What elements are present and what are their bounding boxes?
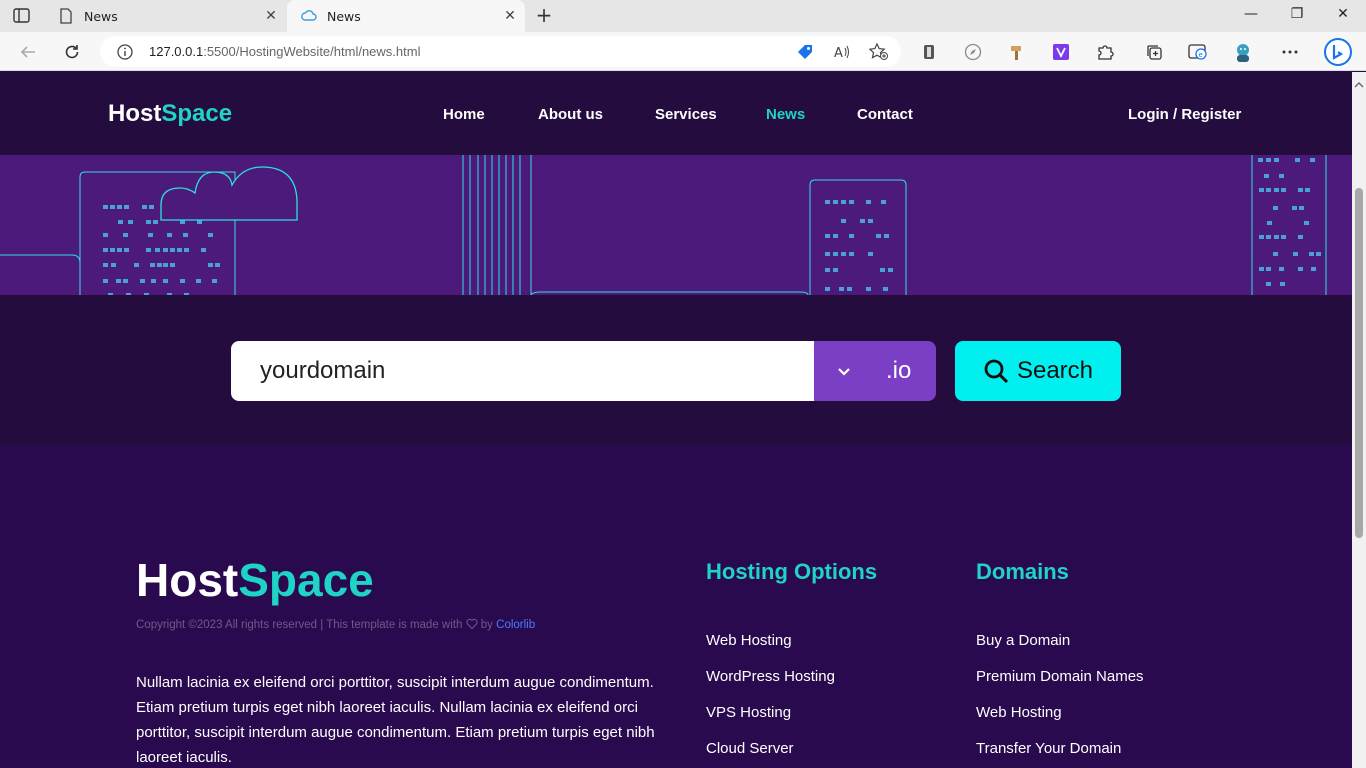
url-text[interactable]: 127.0.0.1:5500/HostingWebsite/html/news.… (149, 44, 420, 59)
footer-link-wordpress-hosting[interactable]: WordPress Hosting (706, 668, 835, 685)
tab-title: News (84, 8, 118, 24)
nav-contact[interactable]: Contact (857, 106, 913, 123)
info-icon[interactable] (116, 43, 134, 61)
minimize-icon[interactable]: — (1236, 6, 1266, 22)
chevron-down-icon (836, 363, 852, 379)
extension-icon[interactable] (918, 41, 940, 63)
domain-search-section: .io Search (0, 295, 1352, 445)
nav-services[interactable]: Services (655, 106, 717, 123)
copyright-text: Copyright ©2023 All rights reserved | Th… (136, 618, 535, 631)
nav-about-us[interactable]: About us (538, 106, 603, 123)
browser-tab-bar: News ✕ News ✕ + — ❐ ✕ (0, 0, 1366, 32)
browser-address-bar: 127.0.0.1:5500/HostingWebsite/html/news.… (0, 32, 1366, 71)
scroll-up-arrow-icon[interactable] (1354, 74, 1364, 88)
footer-link-domain-web-hosting[interactable]: Web Hosting (976, 704, 1062, 721)
footer-link-web-hosting[interactable]: Web Hosting (706, 632, 792, 649)
footer-description: Nullam lacinia ex eleifend orci porttito… (136, 674, 655, 766)
document-icon (58, 8, 74, 24)
cloud-icon (301, 8, 317, 24)
back-icon[interactable] (17, 41, 39, 63)
login-register-link[interactable]: Login / Register (1128, 106, 1241, 123)
search-button-label: Search (1016, 357, 1094, 384)
site-logo[interactable]: HostSpace (108, 100, 232, 128)
footer-logo-text: Host (136, 554, 239, 606)
tld-dropdown[interactable]: .io (814, 341, 936, 401)
restore-icon[interactable]: ❐ (1282, 6, 1312, 22)
collections-icon[interactable] (1143, 41, 1165, 63)
tab-actions-icon[interactable] (12, 7, 32, 25)
tld-selected-value: .io (886, 357, 912, 384)
heart-icon (466, 618, 478, 630)
footer-link-vps-hosting[interactable]: VPS Hosting (706, 704, 791, 721)
browser-tab-news-1[interactable]: News ✕ (44, 0, 286, 32)
url-bar[interactable]: 127.0.0.1:5500/HostingWebsite/html/news.… (100, 36, 901, 67)
hammer-icon[interactable] (1006, 41, 1028, 63)
site-header: HostSpace Home About us Services News Co… (0, 72, 1352, 155)
domain-search-input[interactable] (231, 341, 814, 401)
more-options-icon[interactable] (1279, 41, 1301, 63)
site-footer: HostSpace Copyright ©2023 All rights res… (0, 445, 1352, 768)
url-path: :5500/HostingWebsite/html/news.html (203, 44, 421, 59)
nav-news[interactable]: News (766, 106, 805, 123)
footer-link-buy-domain[interactable]: Buy a Domain (976, 632, 1070, 649)
read-aloud-icon[interactable]: A (833, 43, 851, 61)
url-host: 127.0.0.1 (149, 44, 204, 59)
close-tab-icon[interactable]: ✕ (256, 8, 286, 24)
ie-mode-icon[interactable]: e (1187, 41, 1209, 63)
extensions-puzzle-icon[interactable] (1094, 41, 1116, 63)
close-tab-icon[interactable]: ✕ (495, 8, 525, 24)
vpn-extension-icon[interactable] (1050, 41, 1072, 63)
compass-icon[interactable] (962, 41, 984, 63)
copyright-by: by (480, 619, 493, 631)
reload-icon[interactable] (61, 41, 83, 63)
colorlib-link[interactable]: Colorlib (496, 619, 535, 631)
copyright-prefix: Copyright ©2023 All rights reserved | Th… (136, 619, 463, 631)
page-scrollbar-thumb[interactable] (1355, 188, 1363, 538)
footer-link-premium-domains[interactable]: Premium Domain Names (976, 668, 1144, 685)
tab-title: News (327, 8, 361, 24)
close-window-icon[interactable]: ✕ (1328, 6, 1358, 22)
add-favorite-icon[interactable] (868, 42, 888, 61)
svg-text:e: e (1199, 51, 1203, 59)
nav-home[interactable]: Home (443, 106, 485, 123)
domains-heading: Domains (976, 559, 1069, 584)
shopping-tag-icon[interactable] (796, 43, 814, 61)
hosting-options-heading: Hosting Options (706, 559, 878, 584)
search-button[interactable]: Search (955, 341, 1121, 401)
browser-tab-news-2[interactable]: News ✕ (287, 0, 525, 32)
footer-link-cloud-server[interactable]: Cloud Server (706, 740, 794, 757)
footer-link-transfer-domain[interactable]: Transfer Your Domain (976, 740, 1121, 757)
logo-accent-text: Space (161, 100, 233, 127)
city-skyline-illustration (0, 155, 1327, 295)
logo-text: Host (108, 100, 162, 127)
search-icon (983, 358, 1009, 384)
hero-banner (0, 155, 1352, 295)
bing-chat-icon[interactable] (1322, 36, 1354, 68)
svg-text:A: A (834, 46, 843, 61)
new-tab-icon[interactable]: + (534, 5, 554, 25)
footer-logo-accent-text: Space (238, 554, 374, 606)
footer-logo[interactable]: HostSpace (136, 553, 374, 607)
profile-avatar-icon[interactable] (1232, 41, 1254, 63)
